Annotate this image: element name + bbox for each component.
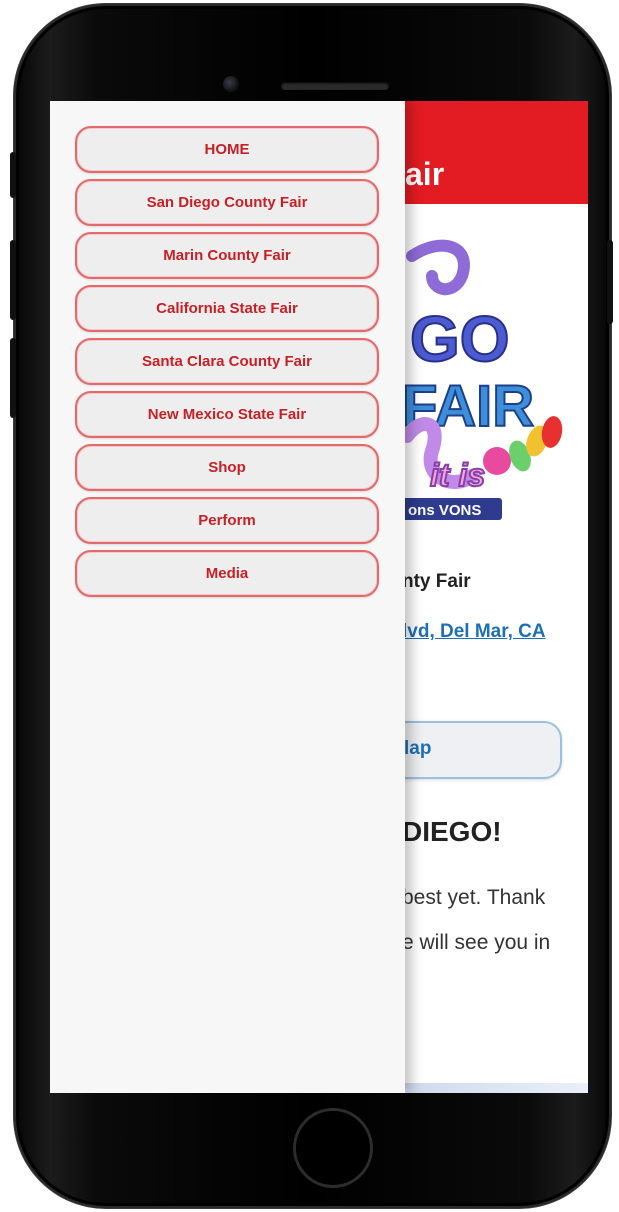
menu-item-home[interactable]: HOME xyxy=(75,126,379,173)
logo-script: it is xyxy=(430,457,485,493)
drawer-menu: HOME San Diego County Fair Marin County … xyxy=(75,126,379,603)
logo-text-go: GO xyxy=(410,303,510,375)
menu-item-perform[interactable]: Perform xyxy=(75,497,379,544)
fair-logo: GO FAIR it is ons VONS xyxy=(402,239,563,520)
logo-sponsor: ons VONS xyxy=(408,502,481,519)
address-link[interactable]: lvd, Del Mar, CA xyxy=(402,621,546,643)
front-camera xyxy=(223,76,239,92)
fair-name: nty Fair xyxy=(402,571,471,592)
volume-up-button xyxy=(10,240,16,320)
home-button[interactable] xyxy=(293,1108,373,1188)
headline: DIEGO! xyxy=(402,816,502,847)
screen: air GO FAIR it is ons VONS nty Fair lvd,… xyxy=(50,101,588,1093)
navigation-drawer: HOME San Diego County Fair Marin County … xyxy=(50,101,405,1093)
menu-item-san-diego-county-fair[interactable]: San Diego County Fair xyxy=(75,179,379,226)
page-title: air xyxy=(405,156,445,192)
menu-item-media[interactable]: Media xyxy=(75,550,379,597)
power-button xyxy=(607,240,613,324)
map-button-label: lap xyxy=(404,738,432,759)
body-line: e will see you in xyxy=(402,931,551,954)
volume-down-button xyxy=(10,338,16,418)
menu-item-marin-county-fair[interactable]: Marin County Fair xyxy=(75,232,379,279)
body-line: best yet. Thank xyxy=(402,886,546,909)
earpiece-speaker xyxy=(281,82,389,90)
menu-item-santa-clara-county-fair[interactable]: Santa Clara County Fair xyxy=(75,338,379,385)
menu-item-new-mexico-state-fair[interactable]: New Mexico State Fair xyxy=(75,391,379,438)
menu-item-shop[interactable]: Shop xyxy=(75,444,379,491)
mute-switch xyxy=(10,152,16,198)
menu-item-california-state-fair[interactable]: California State Fair xyxy=(75,285,379,332)
